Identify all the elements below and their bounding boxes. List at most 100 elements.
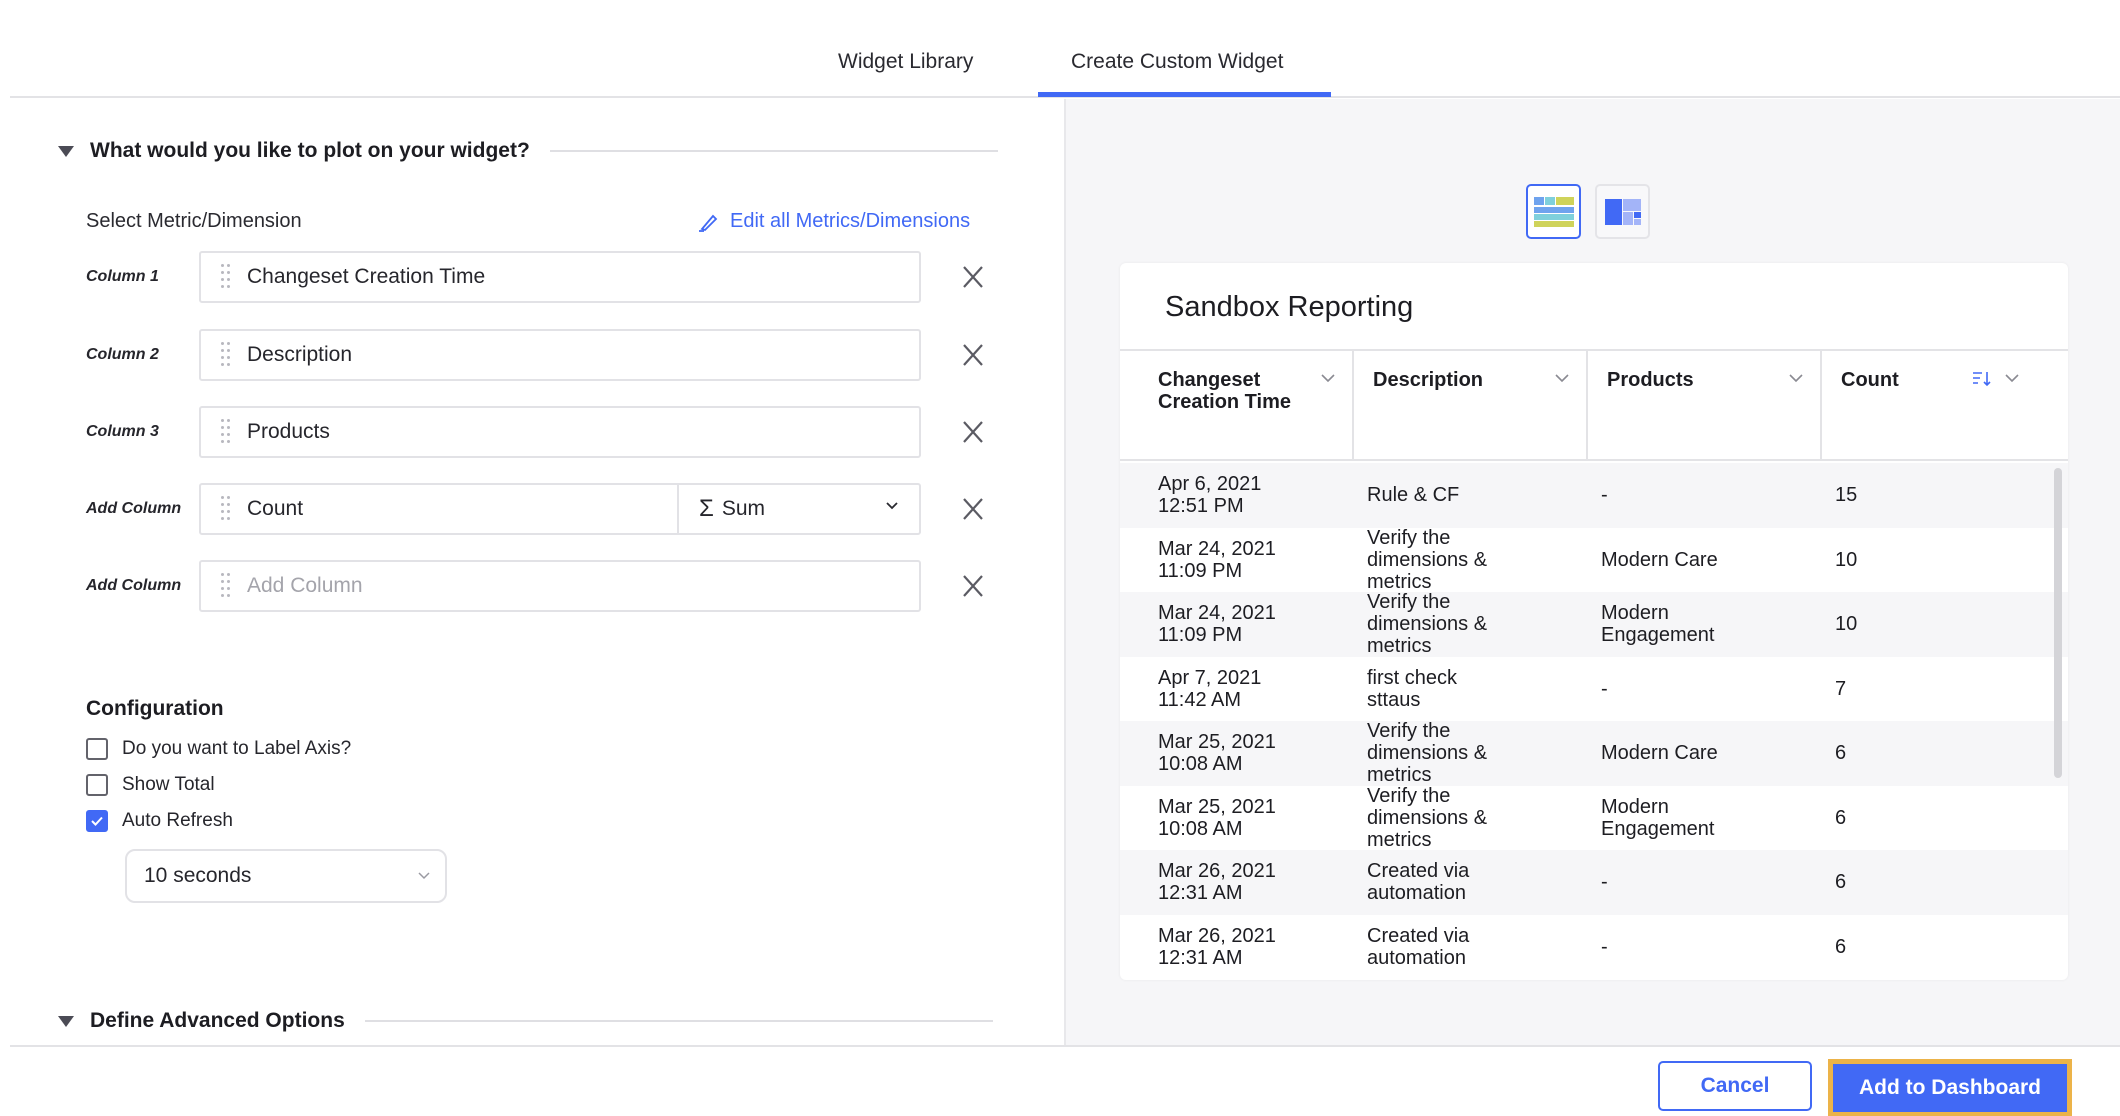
chevron-down-icon[interactable] — [1788, 373, 1804, 383]
cell-count: 15 — [1820, 484, 2068, 506]
tab-widget-library[interactable]: Widget Library — [838, 50, 973, 74]
cell-count: 6 — [1820, 936, 2068, 958]
cell-changeset-creation-time: Mar 24, 2021 11:09 PM — [1120, 538, 1352, 582]
cell-text: Mar 25, 2021 10:08 AM — [1158, 731, 1276, 776]
plot-section-title: What would you like to plot on your widg… — [90, 139, 530, 162]
cell-text: first check sttaus — [1367, 666, 1458, 711]
cell-products: Modern Care — [1586, 742, 1820, 764]
column-row-5: Add Column Add Column — [86, 560, 1006, 612]
column-header-products[interactable]: Products — [1586, 351, 1820, 459]
drag-handle-icon[interactable] — [221, 419, 231, 445]
auto-refresh-checkbox[interactable]: Auto Refresh — [86, 810, 233, 832]
table-row[interactable]: Apr 6, 2021 12:51 PM Rule & CF - 15 — [1120, 463, 2068, 528]
checkbox-label: Auto Refresh — [122, 810, 233, 831]
cell-description: Verify the dimensions & metrics — [1352, 591, 1586, 657]
checkbox-unchecked[interactable] — [86, 774, 108, 796]
close-icon[interactable] — [959, 418, 987, 446]
cell-text: Mar 26, 2021 12:31 AM — [1158, 924, 1276, 969]
add-column-input[interactable]: Add Column — [199, 560, 921, 612]
cell-products: - — [1586, 484, 1820, 506]
drag-handle-icon[interactable] — [221, 573, 231, 599]
header-label: Products — [1607, 369, 1694, 391]
cell-products: Modern Engagement — [1586, 796, 1820, 840]
column-header-count[interactable]: Count — [1820, 351, 2068, 459]
drag-handle-icon[interactable] — [221, 342, 231, 368]
checkbox-unchecked[interactable] — [86, 738, 108, 760]
chevron-down-icon — [886, 502, 898, 510]
label-axis-checkbox[interactable]: Do you want to Label Axis? — [86, 738, 351, 760]
add-to-dashboard-button[interactable]: Add to Dashboard — [1833, 1064, 2067, 1112]
cell-text: - — [1601, 484, 1608, 507]
add-column-placeholder: Add Column — [247, 574, 363, 597]
table-row[interactable]: Mar 26, 2021 12:31 AM Created via automat… — [1120, 915, 2068, 980]
table-header: Changeset Creation Time Description Prod… — [1120, 351, 2068, 461]
table-viz-button[interactable] — [1526, 184, 1581, 239]
column-value: Products — [247, 420, 330, 443]
cell-text: Verify the dimensions & metrics — [1367, 526, 1488, 593]
add-to-dashboard-focus-ring[interactable]: Add to Dashboard — [1828, 1059, 2072, 1116]
header-label: Count — [1841, 369, 1899, 391]
close-icon[interactable] — [959, 263, 987, 291]
close-icon[interactable] — [959, 572, 987, 600]
cell-count: 10 — [1820, 549, 2068, 571]
table-row[interactable]: Mar 25, 2021 10:08 AM Verify the dimensio… — [1120, 720, 2068, 786]
table-row[interactable]: Apr 7, 2021 11:42 AM first check sttaus - 7 — [1120, 657, 2068, 722]
cancel-button[interactable]: Cancel — [1658, 1061, 1812, 1111]
cell-count: 6 — [1820, 871, 2068, 893]
table-row[interactable]: Mar 25, 2021 10:08 AM Verify the dimensio… — [1120, 784, 2068, 851]
cell-changeset-creation-time: Apr 7, 2021 11:42 AM — [1120, 667, 1352, 711]
cell-text: Verify the dimensions & metrics — [1367, 784, 1488, 851]
drag-handle-icon[interactable] — [221, 264, 231, 290]
close-icon[interactable] — [959, 495, 987, 523]
column-header-changeset-creation-time[interactable]: Changeset Creation Time — [1120, 351, 1352, 459]
cell-count: 6 — [1820, 807, 2068, 829]
cell-text: Created via automation — [1367, 924, 1470, 969]
plot-section-header[interactable]: What would you like to plot on your widg… — [58, 139, 998, 163]
checkbox-checked[interactable] — [86, 810, 108, 832]
chevron-down-icon[interactable] — [1320, 373, 1336, 383]
table-scrollbar[interactable] — [2054, 468, 2062, 778]
show-total-checkbox[interactable]: Show Total — [86, 774, 215, 796]
table-body: Apr 6, 2021 12:51 PM Rule & CF - 15 Mar 24, … — [1120, 463, 2068, 979]
cell-products: - — [1586, 936, 1820, 958]
refresh-interval-select[interactable]: 10 seconds — [125, 849, 447, 903]
treemap-viz-button[interactable] — [1595, 184, 1650, 239]
cell-text: 6 — [1835, 742, 1847, 765]
column-4-input[interactable]: Count Σ Sum — [199, 483, 921, 535]
column-1-input[interactable]: Changeset Creation Time — [199, 251, 921, 303]
chevron-down-icon[interactable] — [2004, 373, 2020, 383]
caret-down-icon — [58, 1015, 74, 1027]
chevron-down-icon[interactable] — [1554, 373, 1570, 383]
column-2-input[interactable]: Description — [199, 329, 921, 381]
header-label: Description — [1373, 369, 1484, 391]
cell-description: Verify the dimensions & metrics — [1352, 720, 1586, 786]
table-row[interactable]: Mar 26, 2021 12:31 AM Created via automat… — [1120, 850, 2068, 915]
cell-text: Mar 24, 2021 11:09 PM — [1158, 537, 1276, 582]
drag-handle-icon[interactable] — [221, 496, 231, 522]
cell-description: Created via automation — [1352, 860, 1586, 904]
cell-products: Modern Care — [1586, 549, 1820, 571]
pencil-icon — [699, 214, 718, 232]
sigma-icon: Σ — [699, 495, 714, 522]
close-icon[interactable] — [959, 341, 987, 369]
advanced-section-header[interactable]: Define Advanced Options — [58, 1009, 998, 1033]
edit-all-metrics-link[interactable]: Edit all Metrics/Dimensions — [698, 210, 970, 233]
cell-products: Modern Engagement — [1586, 602, 1820, 646]
column-header-description[interactable]: Description — [1352, 351, 1586, 459]
cell-text: 6 — [1835, 806, 1847, 829]
widget-preview-panel: Sandbox Reporting Changeset Creation Tim… — [1064, 99, 2120, 1045]
cell-text: Modern Care — [1601, 742, 1718, 765]
cell-count: 6 — [1820, 742, 2068, 764]
cell-text: 6 — [1835, 871, 1847, 894]
tab-create-custom-widget[interactable]: Create Custom Widget — [1071, 50, 1283, 74]
aggregation-select[interactable]: Σ Sum — [677, 485, 921, 533]
cell-text: Mar 26, 2021 12:31 AM — [1158, 860, 1276, 905]
table-row[interactable]: Mar 24, 2021 11:09 PM Verify the dimensio… — [1120, 591, 2068, 657]
column-3-input[interactable]: Products — [199, 406, 921, 458]
table-row[interactable]: Mar 24, 2021 11:09 PM Verify the dimensio… — [1120, 527, 2068, 593]
cell-text: - — [1601, 871, 1608, 894]
sort-descending-icon[interactable] — [1972, 371, 1992, 387]
column-row-3: Column 3 Products — [86, 406, 1006, 458]
cell-changeset-creation-time: Mar 25, 2021 10:08 AM — [1120, 796, 1352, 840]
cell-description: Verify the dimensions & metrics — [1352, 527, 1586, 593]
